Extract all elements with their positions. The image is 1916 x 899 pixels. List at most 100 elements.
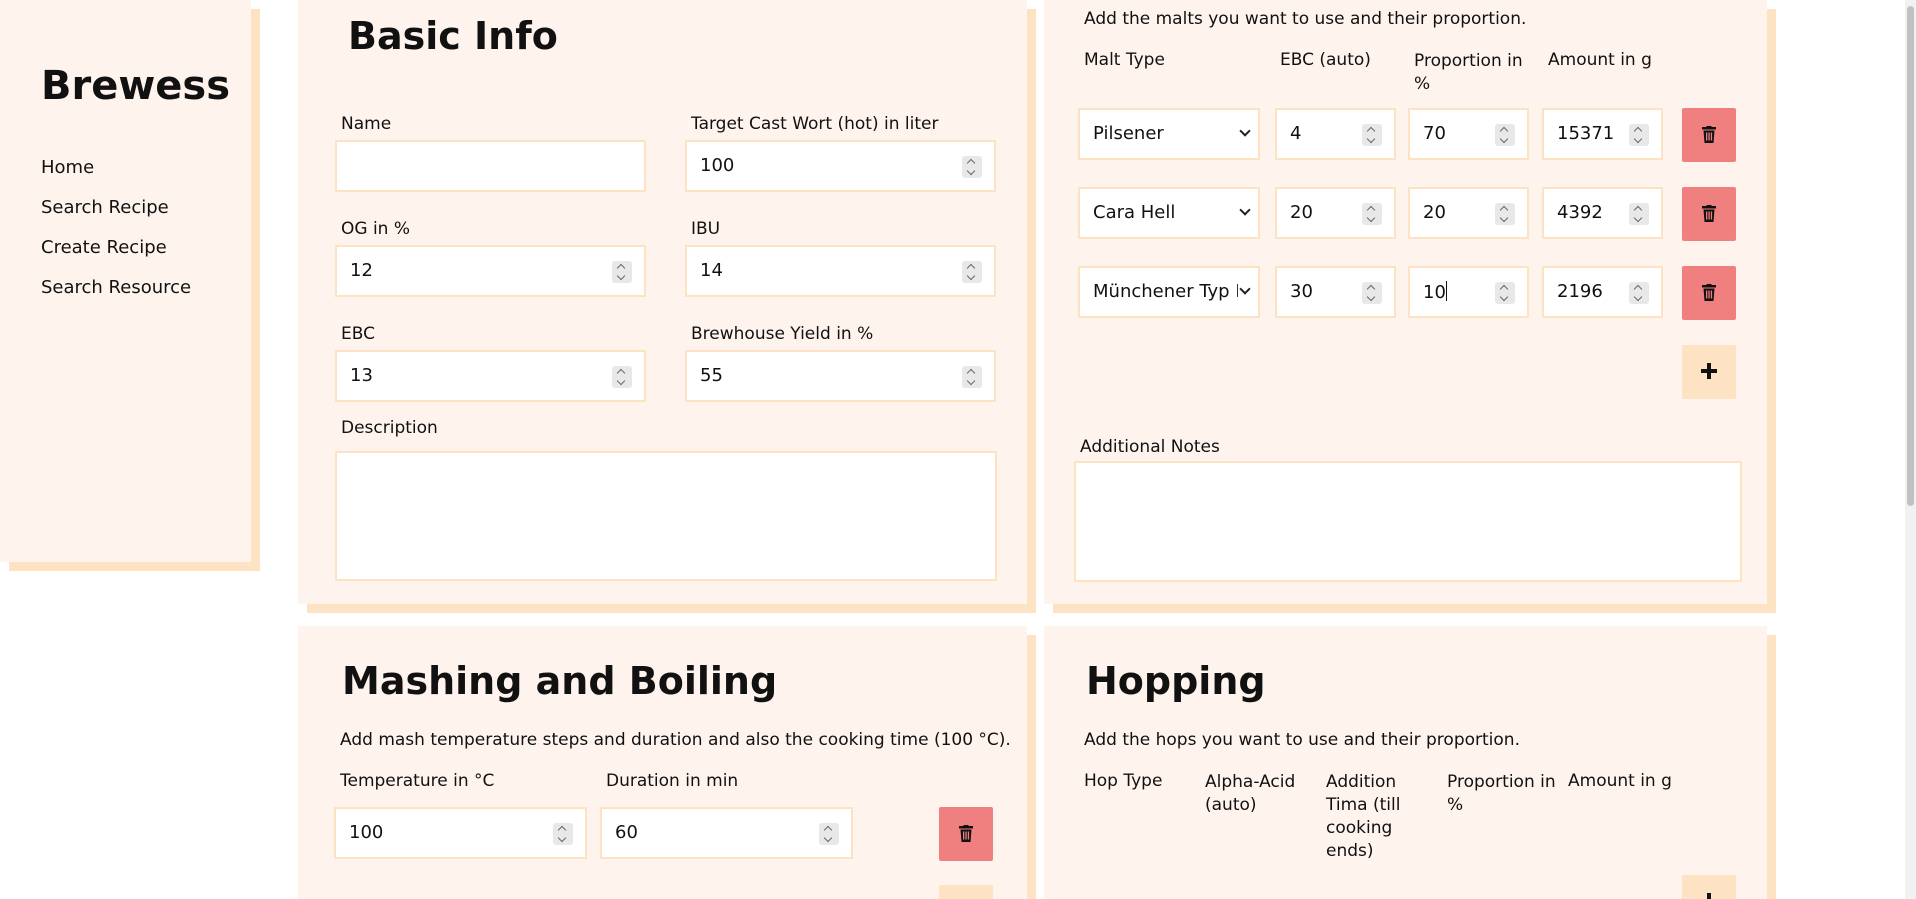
malt-amount-input[interactable]: 4392 bbox=[1542, 187, 1663, 239]
malt-type-value: Pilsener bbox=[1093, 123, 1164, 144]
ibu-input[interactable]: 14 bbox=[685, 245, 996, 297]
temperature-input[interactable]: 100 bbox=[334, 807, 587, 859]
yield-value: 55 bbox=[700, 365, 723, 386]
malt-proportion-input[interactable]: 10 bbox=[1408, 266, 1529, 318]
malts-card: Add the malts you want to use and their … bbox=[1044, 0, 1767, 604]
stepper-icon[interactable] bbox=[1495, 282, 1515, 304]
malt-type-select[interactable]: Cara Hell bbox=[1078, 187, 1260, 239]
malt-amount-value: 15371 bbox=[1557, 123, 1615, 144]
delete-mash-step-button[interactable] bbox=[939, 807, 993, 861]
duration-input[interactable]: 60 bbox=[600, 807, 853, 859]
basic-info-card: Basic Info Name Target Cast Wort (hot) i… bbox=[298, 0, 1027, 604]
ibu-stepper-icon[interactable] bbox=[962, 261, 982, 283]
trash-icon bbox=[1702, 126, 1716, 143]
stepper-icon[interactable] bbox=[1495, 203, 1515, 225]
yield-input[interactable]: 55 bbox=[685, 350, 996, 402]
wort-label: Target Cast Wort (hot) in liter bbox=[691, 114, 939, 134]
name-input[interactable] bbox=[335, 140, 646, 192]
stepper-icon[interactable] bbox=[819, 823, 839, 845]
malt-proportion-value: 20 bbox=[1423, 202, 1446, 223]
delete-malt-button[interactable] bbox=[1682, 187, 1736, 241]
stepper-icon[interactable] bbox=[1362, 282, 1382, 304]
plus-icon bbox=[1707, 893, 1711, 899]
nav-search-resource[interactable]: Search Resource bbox=[41, 277, 191, 298]
malts-intro: Add the malts you want to use and their … bbox=[1084, 9, 1527, 29]
stepper-icon[interactable] bbox=[1629, 203, 1649, 225]
sidebar: Brewess Home Search Recipe Create Recipe… bbox=[0, 0, 251, 562]
malt-proportion-input[interactable]: 20 bbox=[1408, 187, 1529, 239]
malt-proportion-input[interactable]: 70 bbox=[1408, 108, 1529, 160]
malt-type-select[interactable]: Münchener Typ II bbox=[1078, 266, 1260, 318]
og-value: 12 bbox=[350, 260, 373, 281]
trash-icon bbox=[959, 825, 973, 842]
malt-amount-input[interactable]: 2196 bbox=[1542, 266, 1663, 318]
ebc-input[interactable]: 13 bbox=[335, 350, 646, 402]
hop-alpha-header: Alpha-Acid (auto) bbox=[1205, 772, 1296, 815]
nav-search-recipe[interactable]: Search Recipe bbox=[41, 197, 169, 218]
chevron-down-icon bbox=[1239, 283, 1251, 295]
mashing-intro: Add mash temperature steps and duration … bbox=[340, 730, 1011, 750]
malt-proportion-value: 70 bbox=[1423, 123, 1446, 144]
malt-amount-value: 4392 bbox=[1557, 202, 1603, 223]
og-label: OG in % bbox=[341, 219, 411, 239]
stepper-icon[interactable] bbox=[1362, 124, 1382, 146]
name-label: Name bbox=[341, 114, 392, 134]
malt-ebc-value: 20 bbox=[1290, 202, 1313, 223]
malt-proportion-value: 10 bbox=[1423, 281, 1448, 303]
nav-home[interactable]: Home bbox=[41, 157, 94, 178]
trash-icon bbox=[1702, 284, 1716, 301]
hop-type-header: Hop Type bbox=[1084, 771, 1163, 791]
trash-icon bbox=[1702, 205, 1716, 222]
chevron-down-icon bbox=[1239, 125, 1251, 137]
wort-value: 100 bbox=[700, 155, 735, 176]
delete-malt-button[interactable] bbox=[1682, 266, 1736, 320]
text-cursor bbox=[1445, 281, 1448, 301]
stepper-icon[interactable] bbox=[1629, 124, 1649, 146]
stepper-icon[interactable] bbox=[1362, 203, 1382, 225]
malt-ebc-input[interactable]: 30 bbox=[1275, 266, 1396, 318]
malt-amount-input[interactable]: 15371 bbox=[1542, 108, 1663, 160]
scrollbar-thumb[interactable] bbox=[1907, 6, 1914, 506]
brand-logo[interactable]: Brewess bbox=[41, 63, 230, 109]
yield-stepper-icon[interactable] bbox=[962, 366, 982, 388]
malt-type-select[interactable]: Pilsener bbox=[1078, 108, 1260, 160]
description-textarea[interactable] bbox=[335, 451, 997, 581]
malt-ebc-value: 4 bbox=[1290, 123, 1302, 144]
malt-ebc-value: 30 bbox=[1290, 281, 1313, 302]
ebc-value: 13 bbox=[350, 365, 373, 386]
malt-ebc-header: EBC (auto) bbox=[1280, 50, 1371, 70]
duration-value: 60 bbox=[615, 822, 638, 843]
delete-malt-button[interactable] bbox=[1682, 108, 1736, 162]
og-input[interactable]: 12 bbox=[335, 245, 646, 297]
malt-amount-value: 2196 bbox=[1557, 281, 1603, 302]
stepper-icon[interactable] bbox=[553, 823, 573, 845]
nav-create-recipe[interactable]: Create Recipe bbox=[41, 237, 167, 258]
malt-ebc-input[interactable]: 20 bbox=[1275, 187, 1396, 239]
og-stepper-icon[interactable] bbox=[612, 261, 632, 283]
malt-ebc-input[interactable]: 4 bbox=[1275, 108, 1396, 160]
add-mash-step-button[interactable] bbox=[939, 885, 993, 899]
basic-info-title: Basic Info bbox=[348, 14, 558, 58]
hopping-card: Hopping Add the hops you want to use and… bbox=[1044, 626, 1767, 899]
hop-amount-header: Amount in g bbox=[1568, 771, 1672, 791]
malt-proportion-header: Proportion in % bbox=[1414, 51, 1523, 94]
hop-addition-header: Addition Tima (till cooking ends) bbox=[1326, 772, 1401, 861]
description-label: Description bbox=[341, 418, 438, 438]
duration-label: Duration in min bbox=[606, 771, 739, 791]
notes-textarea[interactable] bbox=[1074, 461, 1742, 582]
malt-type-header: Malt Type bbox=[1084, 50, 1165, 70]
stepper-icon[interactable] bbox=[1629, 282, 1649, 304]
ibu-value: 14 bbox=[700, 260, 723, 281]
stepper-icon[interactable] bbox=[1495, 124, 1515, 146]
temperature-value: 100 bbox=[349, 822, 384, 843]
add-hop-button[interactable] bbox=[1682, 875, 1736, 899]
malt-type-value: Münchener Typ II bbox=[1093, 281, 1238, 302]
add-malt-button[interactable] bbox=[1682, 345, 1736, 399]
page-scrollbar[interactable] bbox=[1905, 0, 1916, 899]
notes-label: Additional Notes bbox=[1080, 437, 1220, 457]
wort-input[interactable]: 100 bbox=[685, 140, 996, 192]
ebc-stepper-icon[interactable] bbox=[612, 366, 632, 388]
wort-stepper-icon[interactable] bbox=[962, 156, 982, 178]
hop-proportion-header: Proportion in % bbox=[1447, 772, 1556, 815]
malt-type-value: Cara Hell bbox=[1093, 202, 1176, 223]
